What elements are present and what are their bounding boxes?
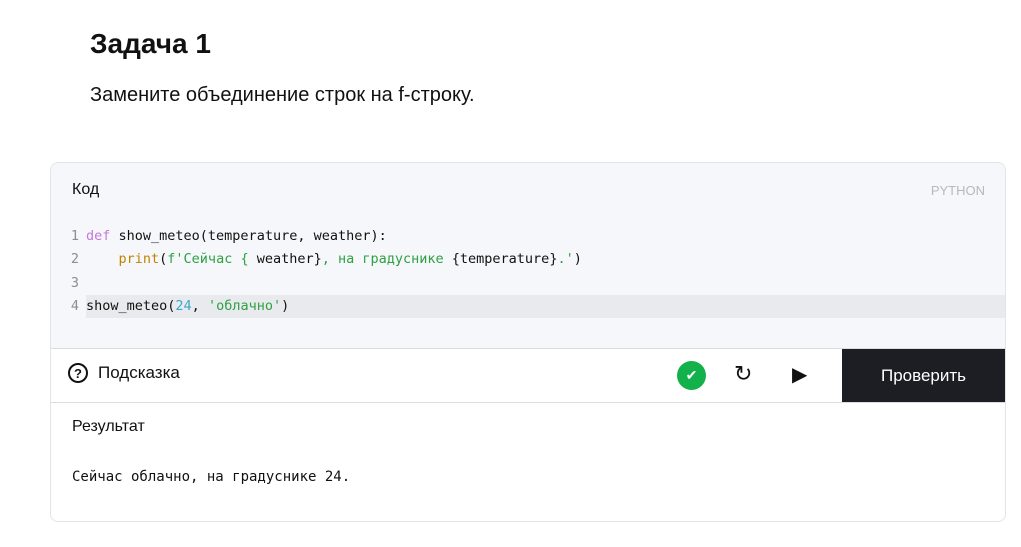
check-button[interactable]: Проверить [842, 349, 1005, 402]
code-token: def [86, 228, 111, 244]
run-play-icon[interactable]: ▶ [792, 362, 807, 387]
code-token: ) [573, 251, 582, 268]
line-number: 2 [70, 251, 79, 268]
code-token: show_meteo(temperature, weather): [110, 228, 387, 244]
reset-icon[interactable]: ↻ [734, 361, 752, 387]
task-title: Задача 1 [90, 28, 211, 59]
code-line[interactable]: 2 print(f'Сейчас { weather}, на градусни… [51, 248, 1005, 271]
code-token: {temperature} [451, 251, 558, 268]
hint-label: Подсказка [98, 363, 180, 382]
language-label: PYTHON [930, 183, 985, 198]
code-token: f'Сейчас { [167, 251, 257, 268]
code-line[interactable]: 1 def show_meteo(temperature, weather): [51, 225, 1005, 248]
hint-button[interactable]: ? Подсказка [68, 363, 180, 383]
code-token: 24 [175, 297, 192, 314]
line-number: 3 [70, 274, 79, 291]
question-icon: ? [68, 363, 88, 383]
line-number: 4 [51, 294, 86, 319]
code-token: , [191, 297, 208, 314]
result-output: Сейчас облачно, на градуснике 24. [72, 469, 351, 485]
code-token: .' [557, 251, 574, 268]
code-lines[interactable]: 1 def show_meteo(temperature, weather): 2 … [51, 225, 1005, 319]
code-header: Код [72, 181, 100, 198]
code-token: ( [159, 251, 168, 268]
code-token: weather} [256, 251, 322, 268]
code-line[interactable]: 3 [51, 272, 1005, 295]
code-editor[interactable]: Код PYTHON 1 def show_meteo(temperature, … [51, 163, 1005, 349]
success-check-icon: ✔ [677, 361, 706, 390]
code-token: , на градуснике [321, 251, 452, 268]
code-token: print [118, 251, 160, 268]
toolbar: ? Подсказка ✔ ↻ ▶ Проверить [51, 349, 1005, 403]
task-description: Замените объединение строк на f-строку. [90, 84, 475, 106]
line-number: 1 [70, 228, 79, 244]
code-token: show_meteo( [86, 297, 176, 314]
code-line[interactable]: 4 show_meteo(24, 'облачно') [51, 294, 1005, 319]
code-token: 'облачно' [207, 297, 282, 314]
code-token: ) [281, 297, 290, 314]
result-header: Результат [72, 418, 145, 435]
code-card: Код PYTHON 1 def show_meteo(temperature, … [50, 162, 1006, 522]
